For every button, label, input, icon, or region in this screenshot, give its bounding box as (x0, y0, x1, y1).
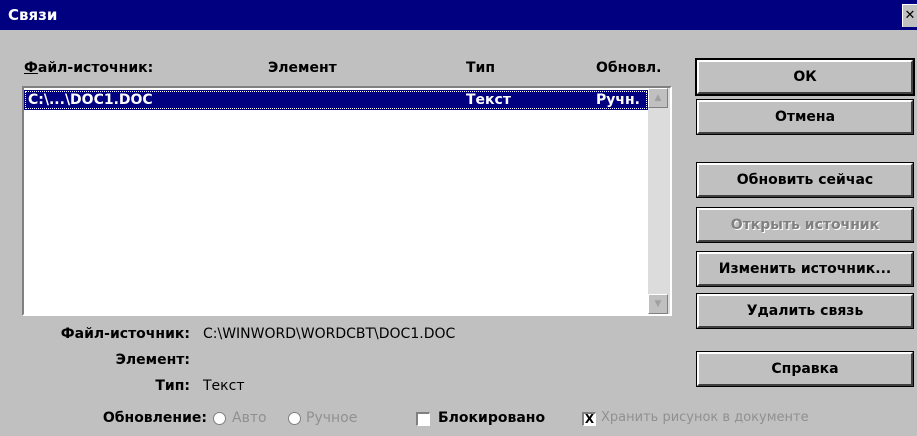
list-scrollbar[interactable]: ▲ ▼ (648, 88, 670, 314)
locked-checkbox[interactable] (416, 412, 430, 426)
column-header-type: Тип (466, 60, 496, 76)
update-now-button[interactable]: Обновить сейчас (697, 163, 913, 197)
ok-button[interactable]: ОК (697, 60, 913, 94)
type-label: Тип: (155, 378, 190, 394)
locked-checkbox-label: Блокировано (438, 410, 546, 426)
up-arrow-icon[interactable]: ▲ (648, 88, 668, 108)
source-value: C:\WINWORD\WORDCBT\DOC1.DOC (203, 326, 456, 342)
column-header-element: Элемент (268, 60, 337, 76)
column-header-source: Файл-источник: (24, 60, 154, 76)
type-value: Текст (203, 378, 245, 394)
row-type: Текст (466, 92, 511, 108)
column-header-source-text: айл-источник: (37, 60, 154, 76)
element-label: Элемент: (115, 352, 190, 368)
manual-radio[interactable] (288, 412, 301, 425)
save-picture-checkbox[interactable]: X (582, 412, 596, 426)
list-item[interactable]: C:\...\DOC1.DOC Текст Ручн. (24, 90, 648, 110)
update-label: Обновление: (102, 410, 207, 426)
cancel-button[interactable]: Отмена (697, 100, 913, 134)
help-button[interactable]: Справка (697, 352, 913, 386)
change-source-button[interactable]: Изменить источник... (697, 252, 913, 286)
column-header-update: Обновл. (596, 60, 662, 76)
open-source-button[interactable]: Открыть источник (697, 208, 913, 242)
down-arrow-icon[interactable]: ▼ (648, 294, 668, 314)
close-icon[interactable]: ✕ (902, 4, 917, 27)
source-label: Файл-источник: (60, 326, 190, 342)
auto-radio-label: Авто (232, 410, 267, 426)
save-picture-checkbox-label: Хранить рисунок в документе (601, 410, 809, 425)
auto-radio[interactable] (213, 412, 226, 425)
links-list[interactable]: C:\...\DOC1.DOC Текст Ручн. ▲ ▼ (22, 86, 672, 316)
manual-radio-label: Ручное (306, 410, 358, 426)
row-update: Ручн. (596, 92, 640, 108)
row-source: C:\...\DOC1.DOC (28, 92, 153, 108)
window-title: Связи (8, 6, 58, 24)
title-bar[interactable]: Связи ✕ (0, 0, 917, 30)
remove-link-button[interactable]: Удалить связь (697, 294, 913, 328)
